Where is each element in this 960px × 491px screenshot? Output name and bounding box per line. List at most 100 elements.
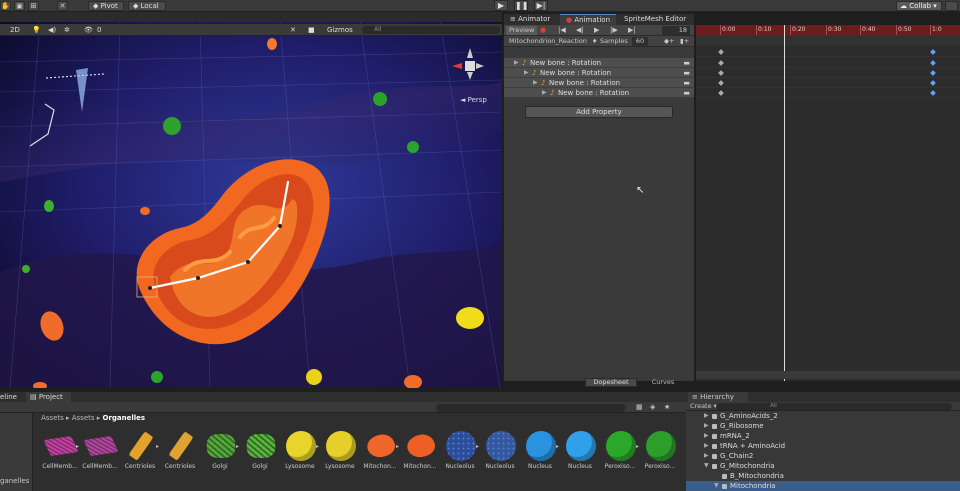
transform-tool-icon[interactable]: ⊞ bbox=[28, 1, 39, 11]
asset-item[interactable]: ▸ Lysosome bbox=[280, 431, 320, 481]
asset-thumbnail[interactable] bbox=[404, 430, 438, 462]
expand-arrow-icon[interactable]: ▶ bbox=[704, 451, 709, 461]
hidden-layers-icon[interactable]: 👁 bbox=[84, 25, 93, 35]
breadcrumb-organelles[interactable]: Organelles bbox=[103, 414, 146, 422]
asset-thumbnail[interactable] bbox=[566, 431, 596, 461]
rect-tool-icon[interactable]: ▣ bbox=[14, 1, 25, 11]
step-button[interactable]: ▶| bbox=[534, 0, 548, 11]
hierarchy-item[interactable]: ▼ Mitochondria bbox=[686, 481, 960, 491]
effects-icon[interactable]: ✲ bbox=[64, 25, 70, 35]
asset-thumbnail[interactable] bbox=[206, 434, 236, 458]
expand-arrow-icon[interactable]: ▶ bbox=[704, 421, 709, 431]
breadcrumb-assets[interactable]: Assets bbox=[41, 414, 64, 422]
asset-item[interactable]: ▸ Golgi bbox=[200, 431, 240, 481]
keyframe-row[interactable] bbox=[696, 47, 960, 57]
dopesheet-tab[interactable]: Dopesheet bbox=[585, 378, 637, 387]
project-search-input[interactable] bbox=[436, 404, 626, 412]
asset-item[interactable]: ▸ Centrioles bbox=[120, 431, 160, 481]
filter-type-icon[interactable]: ▦ bbox=[636, 402, 643, 413]
play-button[interactable]: ▶ bbox=[494, 0, 508, 11]
custom-tool-icon[interactable]: ✕ bbox=[57, 1, 68, 11]
favorite-icon[interactable]: ★ bbox=[664, 402, 670, 413]
asset-thumbnail[interactable] bbox=[286, 431, 316, 461]
audio-icon[interactable]: ◀) bbox=[48, 25, 56, 35]
dopesheet-timeline[interactable]: 0:00 0:10 0:20 0:30 0:40 0:50 1:0 bbox=[696, 25, 960, 381]
play-anim-icon[interactable]: ▶ bbox=[594, 25, 599, 36]
keyframe[interactable] bbox=[930, 49, 936, 55]
create-dropdown[interactable]: Create ▾ bbox=[690, 402, 717, 411]
tab-project[interactable]: ▤ Project bbox=[26, 392, 71, 402]
property-menu-icon[interactable]: ▬ bbox=[683, 68, 690, 78]
keyframe[interactable] bbox=[930, 90, 936, 96]
keyframe[interactable] bbox=[718, 49, 724, 55]
first-key-icon[interactable]: |◀ bbox=[558, 25, 566, 36]
asset-item[interactable]: ▸ Nucleus bbox=[520, 431, 560, 481]
keyframe[interactable] bbox=[930, 70, 936, 76]
tab-animator[interactable]: ≡ Animator bbox=[504, 14, 556, 25]
next-key-icon[interactable]: |▶ bbox=[610, 25, 618, 36]
asset-item[interactable]: Lysosome bbox=[320, 431, 360, 481]
clip-dropdown-icon[interactable]: ♦ bbox=[592, 36, 597, 47]
pause-button[interactable]: ❚❚ bbox=[514, 0, 528, 11]
keyframe[interactable] bbox=[930, 60, 936, 66]
account-button[interactable] bbox=[945, 1, 958, 11]
asset-thumbnail[interactable] bbox=[326, 431, 356, 461]
keyframe[interactable] bbox=[718, 60, 724, 66]
tab-hierarchy[interactable]: ≡ Hierarchy bbox=[688, 392, 748, 402]
keyframe[interactable] bbox=[930, 80, 936, 86]
asset-item[interactable]: ▸ CellMemb... bbox=[40, 431, 80, 481]
preview-button[interactable]: Preview bbox=[506, 26, 538, 35]
asset-thumbnail[interactable] bbox=[128, 431, 154, 461]
tools-icon[interactable]: ✕ bbox=[290, 25, 296, 35]
light-icon[interactable]: 💡 bbox=[32, 25, 41, 35]
property-row[interactable]: ▶ ♪ New bone : Rotation ▬ bbox=[504, 68, 694, 78]
tab-timeline[interactable]: eline bbox=[0, 392, 17, 402]
keyframe[interactable] bbox=[718, 70, 724, 76]
asset-thumbnail[interactable] bbox=[246, 434, 276, 458]
camera-icon[interactable]: ■ bbox=[308, 25, 315, 35]
frame-field[interactable]: 18 bbox=[662, 26, 690, 35]
gizmos-dropdown[interactable]: Gizmos bbox=[327, 25, 353, 35]
asset-thumbnail[interactable] bbox=[526, 431, 556, 461]
property-menu-icon[interactable]: ▬ bbox=[683, 88, 690, 98]
add-event-icon[interactable]: ▮+ bbox=[680, 36, 689, 47]
asset-item[interactable]: Peroxiso... bbox=[640, 431, 680, 481]
add-property-button[interactable]: Add Property bbox=[525, 106, 673, 118]
keyframe-row[interactable] bbox=[696, 68, 960, 78]
hand-tool-icon[interactable]: ✋ bbox=[0, 1, 11, 11]
expand-arrow-icon[interactable]: ▶ bbox=[704, 441, 709, 451]
asset-item[interactable]: ▸ Peroxiso... bbox=[600, 431, 640, 481]
keyframe[interactable] bbox=[718, 80, 724, 86]
scene-search-input[interactable]: All bbox=[362, 26, 500, 34]
tab-spritemesh-editor[interactable]: SpriteMesh Editor bbox=[618, 14, 692, 25]
property-row[interactable]: ▶ ♪ New bone : Rotation ▬ bbox=[504, 88, 694, 98]
add-keyframe-icon[interactable]: ◆+ bbox=[664, 36, 674, 47]
samples-field[interactable]: 60 bbox=[632, 37, 648, 46]
asset-thumbnail[interactable] bbox=[446, 431, 476, 461]
expand-asset-icon[interactable]: ▸ bbox=[476, 443, 479, 450]
tab-animation[interactable]: ● Animation bbox=[560, 14, 617, 25]
asset-thumbnail[interactable] bbox=[83, 435, 119, 457]
expand-arrow-icon[interactable]: ▼ bbox=[704, 461, 709, 471]
prev-key-icon[interactable]: ◀| bbox=[576, 25, 584, 36]
record-icon[interactable]: ● bbox=[540, 25, 546, 36]
keyframe[interactable] bbox=[718, 90, 724, 96]
collab-button[interactable]: ☁ Collab ▾ bbox=[896, 1, 942, 11]
hierarchy-item[interactable]: ▶ G_Ribosome bbox=[686, 421, 960, 431]
expand-asset-icon[interactable]: ▸ bbox=[316, 443, 319, 450]
clip-selector[interactable]: Mitochondrion_Reaction bbox=[509, 36, 587, 47]
asset-thumbnail[interactable] bbox=[486, 431, 516, 461]
hierarchy-item[interactable]: ▶ mRNA_2 bbox=[686, 431, 960, 441]
timeline-scrollbar[interactable] bbox=[696, 371, 960, 379]
local-toggle[interactable]: ◆ Local bbox=[128, 1, 166, 11]
keyframe-row[interactable] bbox=[696, 58, 960, 68]
persp-label[interactable]: ◄ Persp bbox=[460, 96, 487, 104]
asset-item[interactable]: Nucleus bbox=[560, 431, 600, 481]
expand-arrow-icon[interactable]: ▶ bbox=[533, 78, 538, 88]
curves-tab[interactable]: Curves bbox=[643, 378, 683, 387]
asset-thumbnail[interactable] bbox=[646, 431, 676, 461]
expand-asset-icon[interactable]: ▸ bbox=[76, 443, 79, 450]
keyframe-row[interactable] bbox=[696, 88, 960, 98]
2d-toggle[interactable]: 2D bbox=[10, 25, 20, 35]
expand-arrow-icon[interactable]: ▶ bbox=[514, 58, 519, 68]
